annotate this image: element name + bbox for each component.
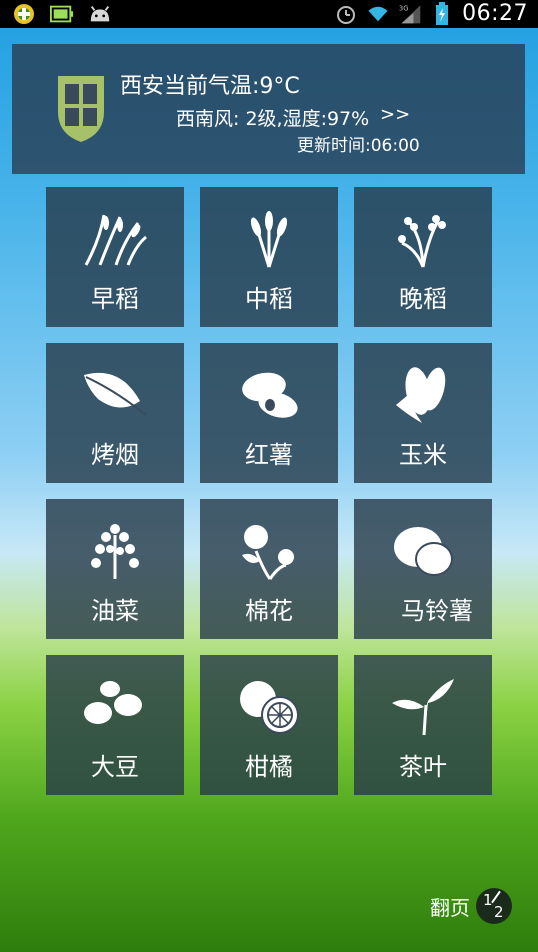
tobacco-leaf-icon: [84, 372, 147, 416]
crop-label: 红薯: [245, 441, 293, 469]
crop-tile-tea[interactable]: 茶叶: [354, 655, 492, 795]
crop-tile-cotton[interactable]: 棉花: [200, 499, 338, 639]
crop-label: 晚稻: [399, 285, 447, 313]
soybean-icon: [84, 681, 142, 724]
tea-leaf-icon: [392, 679, 454, 736]
wifi-icon: [366, 3, 390, 25]
crop-tile-potato[interactable]: 马铃薯: [354, 499, 492, 639]
potato-icon: [394, 527, 453, 576]
app-notification-icon: [12, 3, 36, 25]
crop-label: 玉米: [399, 441, 447, 469]
corn-icon: [396, 367, 446, 423]
page-divider: [491, 890, 501, 904]
page-flip-control[interactable]: 翻页 1 2: [430, 888, 512, 924]
crop-label: 棉花: [245, 597, 293, 625]
total-pages: 2: [494, 903, 504, 921]
crop-label: 早稻: [91, 285, 139, 313]
update-time: 更新时间:06:00: [297, 136, 420, 156]
crop-tile-tobacco[interactable]: 烤烟: [46, 343, 184, 483]
field-shield-logo-icon: [58, 76, 104, 142]
weather-more-link[interactable]: >>: [380, 104, 410, 125]
wind-humidity: 西南风: 2级,湿度:97%: [176, 108, 370, 130]
crop-tile-sweet-potato[interactable]: 红薯: [200, 343, 338, 483]
page-indicator[interactable]: 1 2: [476, 888, 512, 924]
rice-plant-icon: [84, 214, 147, 266]
crop-label: 马铃薯: [401, 597, 473, 625]
wheat-ears-icon: [250, 211, 288, 268]
battery-full-icon: [50, 3, 74, 25]
status-clock: 06:27: [462, 1, 528, 26]
page-flip-label: 翻页: [430, 895, 470, 920]
crop-tile-early-rice[interactable]: 早稻: [46, 187, 184, 327]
crop-tile-soybean[interactable]: 大豆: [46, 655, 184, 795]
crop-tile-mid-rice[interactable]: 中稻: [200, 187, 338, 327]
crop-label: 中稻: [245, 285, 293, 313]
crop-label: 烤烟: [91, 441, 139, 469]
sweet-potato-icon: [242, 372, 298, 418]
svg-text:3G: 3G: [399, 4, 409, 12]
crop-tile-late-rice[interactable]: 晚稻: [354, 187, 492, 327]
crop-label: 油菜: [91, 597, 139, 625]
crop-tile-corn[interactable]: 玉米: [354, 343, 492, 483]
citrus-icon: [240, 681, 299, 734]
android-icon: [88, 3, 112, 25]
signal-icon: 3G: [398, 3, 422, 25]
alarm-clock-icon: [334, 3, 358, 25]
rapeseed-icon: [91, 524, 139, 579]
battery-charging-icon: [430, 1, 454, 25]
crop-label: 大豆: [91, 753, 139, 781]
cotton-icon: [242, 525, 294, 580]
status-bar: 3G 06:27: [0, 0, 538, 28]
crop-tile-rapeseed[interactable]: 油菜: [46, 499, 184, 639]
crop-label: 柑橘: [245, 753, 293, 781]
weather-panel[interactable]: 西安当前气温:9°C 西南风: 2级,湿度:97% >> 更新时间:06:00: [12, 44, 525, 174]
crop-label: 茶叶: [399, 753, 447, 781]
city-temperature: 西安当前气温:9°C: [120, 74, 300, 99]
rice-grain-icon: [398, 215, 446, 268]
crop-tile-citrus[interactable]: 柑橘: [200, 655, 338, 795]
